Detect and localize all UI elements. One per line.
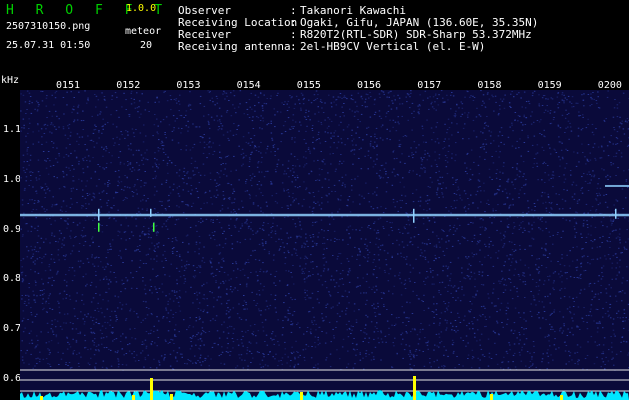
power-peak — [300, 392, 303, 400]
y-tick-label: 0.7 — [3, 323, 22, 335]
power-peak — [150, 378, 153, 400]
info-colon: : — [290, 28, 297, 41]
meteor-count: 20 — [140, 40, 153, 51]
info-value-receiver: R820T2(RTL-SDR) SDR-Sharp 53.372MHz — [300, 28, 532, 41]
echo-marker — [153, 222, 155, 232]
info-key-location: Receiving Location — [178, 16, 298, 29]
power-peak — [413, 376, 416, 400]
y-axis-unit-label: kHz — [1, 75, 20, 86]
power-peak — [170, 394, 173, 400]
y-tick-label: 1.0 — [3, 174, 22, 185]
y-tick-label: 0.6 — [3, 372, 22, 384]
info-colon: : — [290, 16, 297, 29]
power-peak — [490, 394, 493, 400]
filename: 2507310150.png — [6, 21, 91, 32]
app-version: 1.0.0 — [126, 3, 157, 14]
echo-marker — [98, 222, 100, 232]
spectrogram-svg — [20, 90, 629, 400]
info-key-antenna: Receiving antenna — [178, 40, 291, 53]
power-peak — [132, 395, 135, 400]
power-peak — [560, 395, 563, 400]
info-value-location: Ogaki, Gifu, JAPAN (136.60E, 35.35N) — [300, 16, 539, 29]
y-tick-label: 0.9 — [3, 223, 22, 235]
y-tick-label: 0.8 — [3, 273, 22, 285]
meteor-label: meteor — [125, 26, 162, 37]
echo-burst — [98, 208, 100, 221]
power-peak — [40, 396, 43, 400]
info-key-receiver: Receiver — [178, 28, 231, 41]
info-value-antenna: 2el-HB9CV Vertical (el. E-W) — [300, 40, 486, 53]
echo-trace-upper — [605, 184, 629, 187]
spectrogram — [20, 90, 629, 400]
datetime: 25.07.31 01:50 — [6, 40, 91, 51]
echo-burst — [615, 208, 617, 219]
echo-trace — [20, 213, 629, 217]
info-colon: : — [290, 40, 297, 53]
y-tick-label: 1.1 — [3, 124, 22, 136]
spectrogram-background — [20, 90, 629, 400]
echo-burst — [413, 208, 415, 223]
info-key-observer: Observer — [178, 4, 231, 17]
info-colon: : — [290, 4, 297, 17]
echo-burst — [150, 208, 152, 217]
info-value-observer: Takanori Kawachi — [300, 4, 406, 17]
